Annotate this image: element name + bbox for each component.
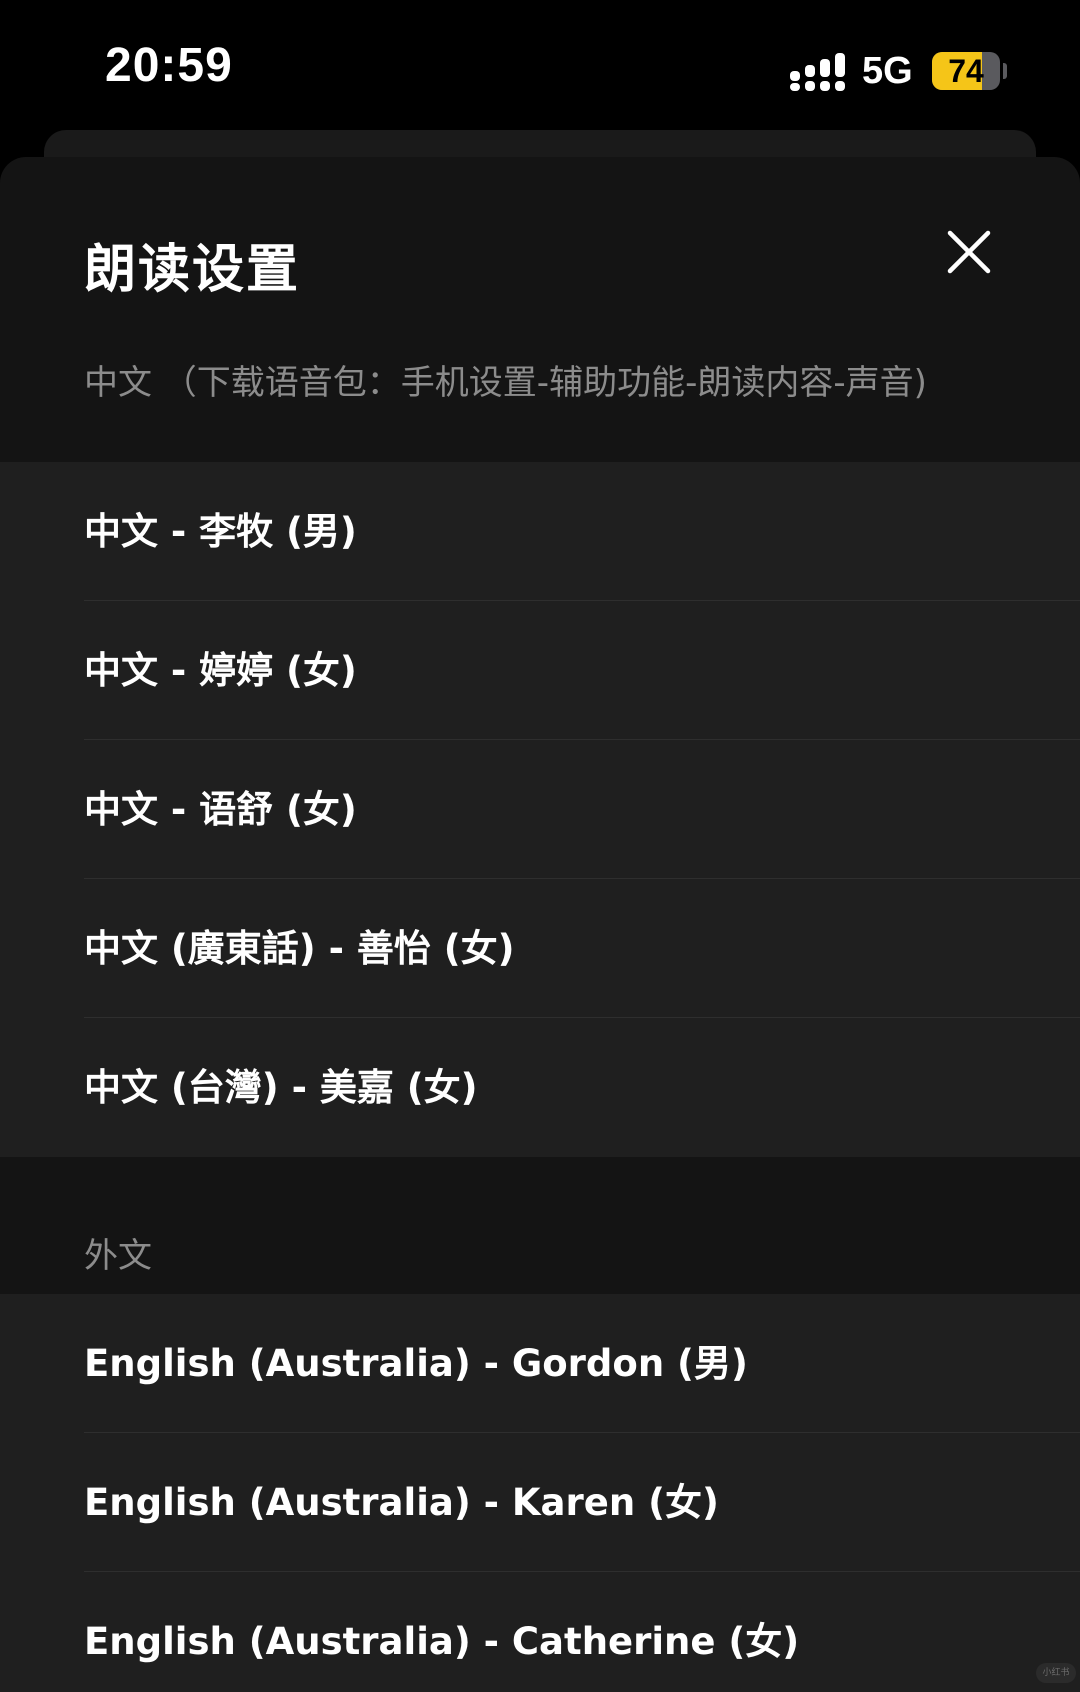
voice-option-shanyi[interactable]: 中文 (廣東話) - 善怡 (女) — [0, 879, 1080, 1018]
voice-option-label: English (Australia) - Catherine (女) — [84, 1620, 800, 1663]
sheet-title: 朗读设置 — [84, 240, 301, 300]
voice-option-label: 中文 - 语舒 (女) — [84, 788, 357, 831]
foreign-section-label: 外文 — [84, 1236, 152, 1276]
battery-level: 74 — [948, 53, 984, 89]
voice-option-label: 中文 - 婷婷 (女) — [84, 649, 357, 692]
voice-option-label: 中文 (廣東話) - 善怡 (女) — [84, 927, 515, 970]
read-aloud-settings-sheet: 朗读设置 中文 （下载语音包：手机设置-辅助功能-朗读内容-声音) 中文 - 李… — [0, 157, 1080, 1692]
status-time: 20:59 — [105, 39, 233, 92]
voice-option-yushu[interactable]: 中文 - 语舒 (女) — [0, 740, 1080, 879]
watermark: 小红书 — [1036, 1663, 1076, 1683]
status-bar: 20:59 5G 74 — [0, 0, 1080, 125]
signal-bars-icon — [790, 53, 845, 91]
voice-option-label: 中文 (台灣) - 美嘉 (女) — [84, 1066, 478, 1109]
voice-option-catherine[interactable]: English (Australia) - Catherine (女) — [0, 1572, 1080, 1692]
network-type: 5G — [862, 50, 913, 92]
sheet-header: 朗读设置 — [0, 157, 1080, 327]
voice-option-label: English (Australia) - Gordon (男) — [84, 1342, 748, 1385]
voice-option-limu[interactable]: 中文 - 李牧 (男) — [0, 462, 1080, 601]
foreign-voice-list: English (Australia) - Gordon (男) English… — [0, 1294, 1080, 1692]
battery-cap — [1003, 63, 1007, 79]
voice-option-gordon[interactable]: English (Australia) - Gordon (男) — [0, 1294, 1080, 1433]
battery-icon: 74 — [932, 52, 1000, 90]
voice-option-meijia[interactable]: 中文 (台灣) - 美嘉 (女) — [0, 1018, 1080, 1157]
chinese-section-label: 中文 （下载语音包：手机设置-辅助功能-朗读内容-声音) — [84, 363, 927, 403]
voice-option-label: 中文 - 李牧 (男) — [84, 510, 357, 553]
chinese-voice-list: 中文 - 李牧 (男) 中文 - 婷婷 (女) 中文 - 语舒 (女) 中文 (… — [0, 462, 1080, 1157]
voice-option-karen[interactable]: English (Australia) - Karen (女) — [0, 1433, 1080, 1572]
close-icon[interactable] — [938, 221, 1000, 283]
voice-option-label: English (Australia) - Karen (女) — [84, 1481, 719, 1524]
voice-option-tingting[interactable]: 中文 - 婷婷 (女) — [0, 601, 1080, 740]
